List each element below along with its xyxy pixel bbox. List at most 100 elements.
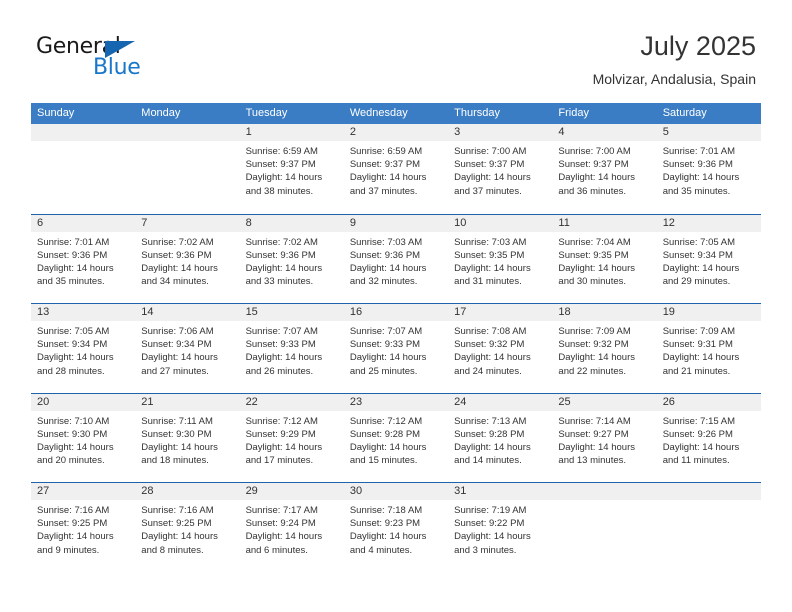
daylight-text-line1: Daylight: 14 hours [141,441,218,453]
sunrise-text: Sunrise: 7:02 AM [245,236,318,248]
daylight-text-line2: and 22 minutes. [558,365,627,377]
sunrise-text: Sunrise: 7:01 AM [662,146,736,157]
daylight-text-line2: and 3 minutes. [454,544,517,556]
day-number-band: 31 [448,483,553,500]
calendar-day-cell-empty [135,124,240,214]
daylight-text-line1: Daylight: 14 hours [558,172,635,184]
daylight-text-line2: and 11 minutes. [662,455,730,467]
daylight-text-line1: Daylight: 14 hours [349,172,427,184]
daylight-text-line1: Daylight: 14 hours [245,531,323,543]
daylight-text-line2: and 17 minutes. [245,455,314,467]
calendar-day-cell[interactable]: 30 Sunrise: 7:18 AM Sunset: 9:23 PM Dayligh… [343,483,449,572]
calendar-day-cell[interactable]: 17 Sunrise: 7:08 AM Sunset: 9:32 PM Dayligh… [448,304,553,393]
day-number-band: 3 [448,124,553,141]
calendar-day-cell[interactable]: 7 Sunrise: 7:02 AM Sunset: 9:36 PM Daylight… [135,214,240,303]
sunrise-text: Sunrise: 7:17 AM [245,505,318,516]
calendar-day-cell[interactable]: 25 Sunrise: 7:14 AM Sunset: 9:27 PM Dayligh… [552,393,657,482]
day-details: Sunrise: 7:02 AM Sunset: 9:36 PM Daylight:… [135,232,239,289]
daylight-text-line2: and 27 minutes. [141,365,209,377]
calendar-day-cell[interactable]: 22 Sunrise: 7:12 AM Sunset: 9:29 PM Dayligh… [239,393,344,482]
calendar-day-cell[interactable]: 16 Sunrise: 7:07 AM Sunset: 9:33 PM Dayligh… [343,304,449,393]
calendar-day-cell[interactable]: 1 Sunrise: 6:59 AM Sunset: 9:37 PM Daylight… [239,124,344,214]
day-number-band: 22 [239,393,344,411]
calendar-day-cell[interactable]: 12 Sunrise: 7:05 AM Sunset: 9:34 PM Dayligh… [656,214,761,303]
calendar-week-row: 27 Sunrise: 7:16 AM Sunset: 9:25 PM Dayligh… [31,482,761,572]
calendar-day-cell[interactable]: 26 Sunrise: 7:15 AM Sunset: 9:26 PM Dayligh… [656,393,761,482]
day-number: 12 [662,216,675,229]
sunset-text: Sunset: 9:26 PM [662,428,733,440]
calendar-day-cell[interactable]: 6 Sunrise: 7:01 AM Sunset: 9:36 PM Daylight… [31,214,136,303]
calendar-day-cell[interactable]: 14 Sunrise: 7:06 AM Sunset: 9:34 PM Dayligh… [135,304,240,393]
sunrise-text: Sunrise: 7:12 AM [349,415,423,427]
day-details [31,141,135,145]
sunset-text: Sunset: 9:32 PM [454,339,525,351]
calendar-day-cell[interactable]: 15 Sunrise: 7:07 AM Sunset: 9:33 PM Dayligh… [239,304,344,393]
sunrise-text: Sunrise: 7:18 AM [349,505,423,516]
calendar-week-row: 1 Sunrise: 6:59 AM Sunset: 9:37 PM Daylight… [31,124,761,214]
sunset-text: Sunset: 9:34 PM [662,249,733,261]
calendar-day-cell[interactable]: 24 Sunrise: 7:13 AM Sunset: 9:28 PM Dayligh… [448,393,553,482]
calendar-day-cell[interactable]: 10 Sunrise: 7:03 AM Sunset: 9:35 PM Dayligh… [448,214,553,303]
sunset-text: Sunset: 9:30 PM [37,428,108,440]
day-number-band: 26 [656,393,761,411]
sunset-text: Sunset: 9:34 PM [141,339,212,351]
sunrise-text: Sunrise: 7:09 AM [558,326,631,337]
sunrise-text: Sunrise: 7:12 AM [245,415,318,427]
day-details: Sunrise: 7:16 AM Sunset: 9:25 PM Daylight:… [31,500,135,557]
sunset-text: Sunset: 9:32 PM [558,339,629,351]
sunset-text: Sunset: 9:37 PM [454,159,525,171]
day-details: Sunrise: 7:02 AM Sunset: 9:36 PM Daylight:… [240,232,344,289]
daylight-text-line1: Daylight: 14 hours [245,441,323,453]
general-blue-logo[interactable]: General Blue [36,36,166,82]
calendar-day-cell[interactable]: 31 Sunrise: 7:19 AM Sunset: 9:22 PM Dayligh… [448,483,553,572]
day-number-band: 6 [31,214,136,232]
daylight-text-line2: and 31 minutes. [454,276,522,288]
day-number: 10 [454,216,467,229]
calendar-day-cell[interactable]: 21 Sunrise: 7:11 AM Sunset: 9:30 PM Dayligh… [135,393,240,482]
day-number-band: 24 [448,393,553,411]
weekday-header-friday: Friday [558,107,589,119]
day-number: 4 [558,126,565,138]
calendar-page: General Blue July 2025 Molvizar, Andalus… [0,0,792,612]
calendar-day-cell[interactable]: 5 Sunrise: 7:01 AM Sunset: 9:36 PM Daylight… [656,124,761,214]
daylight-text-line2: and 38 minutes. [245,185,314,197]
calendar-day-cell[interactable]: 29 Sunrise: 7:17 AM Sunset: 9:24 PM Dayligh… [239,483,344,572]
weekday-header-monday: Monday [141,107,181,119]
page-subtitle: Molvizar, Andalusia, Spain [592,71,756,87]
daylight-text-line1: Daylight: 14 hours [662,172,740,184]
calendar-day-cell[interactable]: 19 Sunrise: 7:09 AM Sunset: 9:31 PM Dayligh… [656,304,761,393]
sunset-text: Sunset: 9:36 PM [662,159,733,171]
day-number: 26 [662,395,675,408]
calendar-day-cell[interactable]: 8 Sunrise: 7:02 AM Sunset: 9:36 PM Daylight… [239,214,344,303]
sunrise-text: Sunrise: 7:03 AM [454,236,527,248]
day-number: 5 [662,126,669,138]
calendar-day-cell[interactable]: 27 Sunrise: 7:16 AM Sunset: 9:25 PM Dayligh… [31,483,136,572]
day-number-band: 4 [552,124,657,141]
sunset-text: Sunset: 9:25 PM [37,518,108,530]
calendar-day-cell[interactable]: 3 Sunrise: 7:00 AM Sunset: 9:37 PM Daylight… [448,124,553,214]
day-details: Sunrise: 7:03 AM Sunset: 9:35 PM Daylight:… [448,232,552,289]
day-number: 29 [245,485,258,497]
weekday-header-wednesday: Wednesday [349,107,408,119]
daylight-text-line1: Daylight: 14 hours [245,352,323,364]
sunrise-text: Sunrise: 7:05 AM [37,326,110,337]
daylight-text-line1: Daylight: 14 hours [349,262,427,274]
daylight-text-line2: and 33 minutes. [245,276,314,288]
calendar-day-cell[interactable]: 20 Sunrise: 7:10 AM Sunset: 9:30 PM Dayligh… [31,393,136,482]
sunset-text: Sunset: 9:31 PM [662,339,733,351]
calendar-day-cell[interactable]: 11 Sunrise: 7:04 AM Sunset: 9:35 PM Dayligh… [552,214,657,303]
calendar-day-cell[interactable]: 4 Sunrise: 7:00 AM Sunset: 9:37 PM Daylight… [552,124,657,214]
daylight-text-line2: and 14 minutes. [454,455,522,467]
day-details: Sunrise: 7:15 AM Sunset: 9:26 PM Daylight:… [657,411,761,468]
calendar-day-cell[interactable]: 13 Sunrise: 7:05 AM Sunset: 9:34 PM Dayligh… [31,304,136,393]
calendar-day-cell[interactable]: 23 Sunrise: 7:12 AM Sunset: 9:28 PM Dayligh… [343,393,449,482]
calendar-day-cell[interactable]: 9 Sunrise: 7:03 AM Sunset: 9:36 PM Daylight… [343,214,449,303]
calendar-day-cell[interactable]: 2 Sunrise: 6:59 AM Sunset: 9:37 PM Daylight… [343,124,449,214]
calendar-day-cell[interactable]: 28 Sunrise: 7:16 AM Sunset: 9:25 PM Dayligh… [135,483,240,572]
daylight-text-line2: and 28 minutes. [37,365,105,377]
sunset-text: Sunset: 9:36 PM [141,249,212,261]
day-details: Sunrise: 7:16 AM Sunset: 9:25 PM Daylight:… [135,500,239,557]
daylight-text-line2: and 34 minutes. [141,276,209,288]
calendar-day-cell[interactable]: 18 Sunrise: 7:09 AM Sunset: 9:32 PM Dayligh… [552,304,657,393]
daylight-text-line1: Daylight: 14 hours [37,352,114,364]
